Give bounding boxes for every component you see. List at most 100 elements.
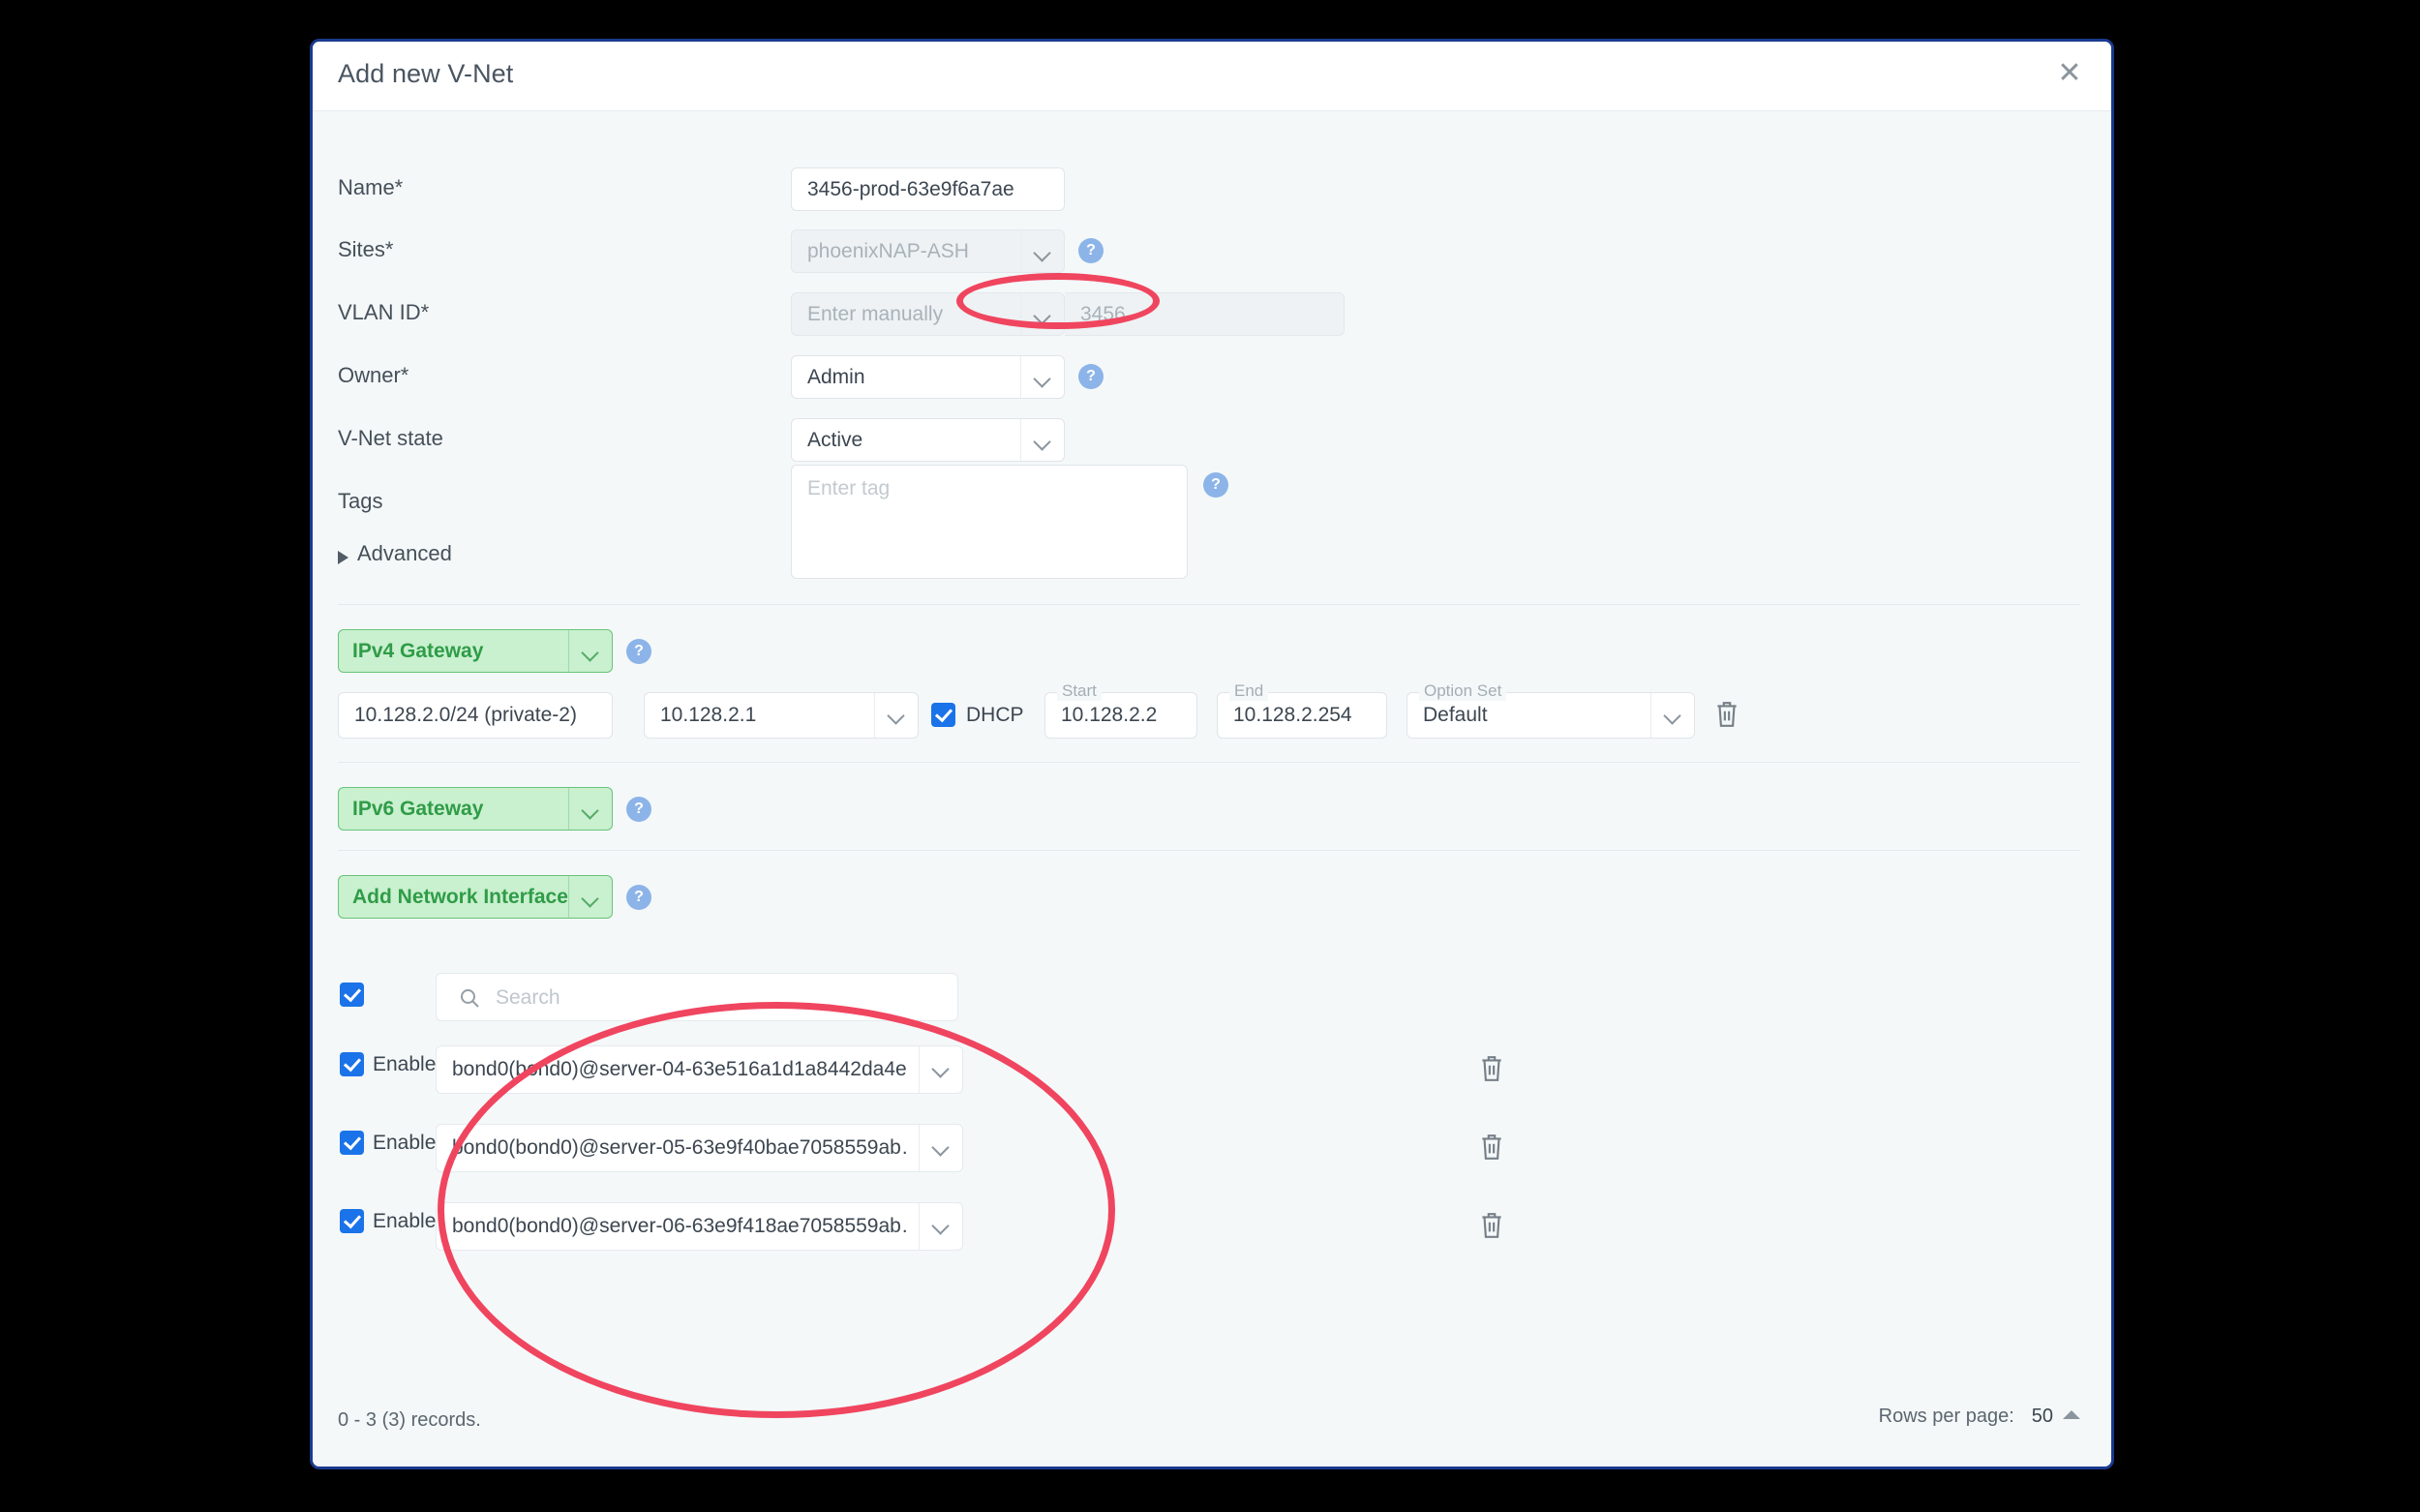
vnet-state-label: V-Net state <box>338 426 443 450</box>
ipv4-end-label: End <box>1229 681 1269 701</box>
interface-enabled-checkbox[interactable] <box>340 1131 364 1155</box>
ipv4-end-input[interactable]: End 10.128.2.254 <box>1217 681 1387 739</box>
sites-help-icon[interactable]: ? <box>1078 238 1104 263</box>
divider <box>338 850 2080 851</box>
tags-row: Tags <box>313 481 2111 597</box>
ipv4-network-input[interactable]: 10.128.2.0/24 (private-2) <box>338 692 613 739</box>
chevron-down-icon[interactable] <box>1650 693 1694 738</box>
owner-label: Owner* <box>338 363 409 387</box>
ipv4-end-value: 10.128.2.254 <box>1233 704 1352 726</box>
interface-enabled-checkbox[interactable] <box>340 1052 364 1076</box>
ipv4-gateway-select[interactable]: IPv4 Gateway <box>338 629 613 673</box>
interface-delete-icon[interactable] <box>1479 1133 1504 1162</box>
dhcp-label: DHCP <box>966 704 1024 726</box>
records-count: 0 - 3 (3) records. <box>338 1409 481 1431</box>
interface-enabled-checkbox[interactable] <box>340 1209 364 1233</box>
tags-input[interactable]: Enter tag <box>791 465 1188 579</box>
ipv4-start-value: 10.128.2.2 <box>1061 704 1158 726</box>
name-input[interactable]: 3456-prod-63e9f6a7ae <box>791 167 1065 211</box>
chevron-down-icon[interactable] <box>568 788 612 830</box>
search-input[interactable]: Search <box>436 973 958 1021</box>
chevron-down-icon[interactable] <box>919 1046 962 1093</box>
interface-delete-icon[interactable] <box>1479 1054 1504 1083</box>
add-vnet-dialog: Add new V-Net ✕ Name* 3456-prod-63e9f6a7… <box>310 39 2114 1469</box>
tags-help-icon[interactable]: ? <box>1203 472 1228 498</box>
search-icon <box>458 986 481 1010</box>
rows-per-page-label: Rows per page: <box>1878 1406 2014 1427</box>
owner-row: Owner* Admin ? <box>313 355 2111 402</box>
chevron-down-icon[interactable] <box>1020 356 1064 398</box>
interface-select[interactable]: bond0(bond0)@server-06-63e9f418ae7058559… <box>436 1202 963 1251</box>
chevron-down-icon[interactable] <box>919 1125 962 1171</box>
vlan-id-value: 3456 <box>1080 303 1126 325</box>
tags-placeholder: Enter tag <box>807 477 891 499</box>
owner-help-icon[interactable]: ? <box>1078 364 1104 389</box>
chevron-down-icon[interactable] <box>1020 230 1064 272</box>
name-label: Name* <box>338 175 404 199</box>
chevron-down-icon[interactable] <box>568 876 612 918</box>
chevron-down-icon[interactable] <box>568 630 612 672</box>
vlan-id-input[interactable]: 3456 <box>1065 292 1345 336</box>
ipv6-gateway-help-icon[interactable]: ? <box>626 797 651 822</box>
vlan-mode-value: Enter manually <box>807 303 944 325</box>
tags-label: Tags <box>338 489 383 513</box>
divider <box>338 762 2080 763</box>
chevron-down-icon[interactable] <box>1020 419 1064 461</box>
interface-row-1: Enabled bond0(bond0)@server-04-63e516a1d… <box>313 1043 2111 1100</box>
interface-select[interactable]: bond0(bond0)@server-04-63e516a1d1a8442da… <box>436 1045 963 1094</box>
divider <box>338 604 2080 605</box>
chevron-down-icon[interactable] <box>1020 293 1064 335</box>
interface-value: bond0(bond0)@server-06-63e9f418ae7058559… <box>452 1215 907 1237</box>
advanced-label: Advanced <box>357 541 452 565</box>
owner-value: Admin <box>807 366 865 388</box>
ipv4-start-input[interactable]: Start 10.128.2.2 <box>1044 681 1197 739</box>
ipv4-option-set-select[interactable]: Option Set Default <box>1407 681 1695 739</box>
ipv4-gateway-help-icon[interactable]: ? <box>626 639 651 664</box>
add-network-interface-help-icon[interactable]: ? <box>626 885 651 910</box>
ipv4-option-set-label: Option Set <box>1419 681 1507 701</box>
name-value: 3456-prod-63e9f6a7ae <box>807 178 1014 200</box>
close-icon[interactable]: ✕ <box>2049 53 2090 94</box>
dialog-header: Add new V-Net ✕ <box>313 42 2111 111</box>
chevron-down-icon[interactable] <box>919 1203 962 1250</box>
add-network-interface-select[interactable]: Add Network Interface <box>338 875 613 919</box>
sites-select[interactable]: phoenixNAP-ASH <box>791 229 1065 273</box>
interface-delete-icon[interactable] <box>1479 1211 1504 1240</box>
ipv4-gateway-label: IPv4 Gateway <box>352 640 484 662</box>
dhcp-checkbox[interactable] <box>931 703 955 727</box>
rows-per-page-value: 50 <box>2031 1406 2053 1427</box>
add-network-interface-label: Add Network Interface <box>352 886 568 908</box>
triangle-right-icon <box>338 551 348 564</box>
ipv6-gateway-select[interactable]: IPv6 Gateway <box>338 787 613 831</box>
interface-value: bond0(bond0)@server-04-63e516a1d1a8442da… <box>452 1058 907 1080</box>
ipv4-delete-icon[interactable] <box>1714 700 1739 729</box>
interface-value: bond0(bond0)@server-05-63e9f40bae7058559… <box>452 1136 907 1159</box>
ipv4-option-set-value: Default <box>1423 704 1488 726</box>
interface-row-3: Enabled bond0(bond0)@server-06-63e9f418a… <box>313 1200 2111 1256</box>
sites-row: Sites* phoenixNAP-ASH ? <box>313 229 2111 276</box>
ipv4-gateway-ip-value: 10.128.2.1 <box>660 704 757 726</box>
chevron-up-icon[interactable] <box>2063 1410 2080 1419</box>
vlan-mode-select[interactable]: Enter manually <box>791 292 1065 336</box>
vnet-state-value: Active <box>807 429 863 451</box>
owner-select[interactable]: Admin <box>791 355 1065 399</box>
dialog-body: Name* 3456-prod-63e9f6a7ae Sites* phoeni… <box>313 111 2111 1467</box>
chevron-down-icon[interactable] <box>874 693 918 738</box>
ipv4-network-value: 10.128.2.0/24 (private-2) <box>354 704 577 726</box>
sites-label: Sites* <box>338 237 394 261</box>
interface-row-2: Enabled bond0(bond0)@server-05-63e9f40ba… <box>313 1122 2111 1178</box>
interface-select[interactable]: bond0(bond0)@server-05-63e9f40bae7058559… <box>436 1124 963 1172</box>
sites-value: phoenixNAP-ASH <box>807 240 969 262</box>
select-all-checkbox[interactable] <box>340 983 364 1007</box>
vnet-state-select[interactable]: Active <box>791 418 1065 462</box>
ipv6-gateway-label: IPv6 Gateway <box>352 798 484 820</box>
vnet-state-row: V-Net state Active <box>313 418 2111 465</box>
rows-per-page[interactable]: Rows per page: 50 <box>1879 1406 2080 1428</box>
vlan-id-row: VLAN ID* Enter manually 3456 <box>313 292 2111 339</box>
ipv4-gateway-ip-select[interactable]: 10.128.2.1 <box>644 692 919 739</box>
page-title: Add new V-Net <box>338 59 514 88</box>
vlan-id-label: VLAN ID* <box>338 300 430 324</box>
name-row: Name* 3456-prod-63e9f6a7ae <box>313 167 2111 214</box>
ipv4-start-label: Start <box>1057 681 1102 701</box>
search-placeholder: Search <box>496 986 560 1009</box>
